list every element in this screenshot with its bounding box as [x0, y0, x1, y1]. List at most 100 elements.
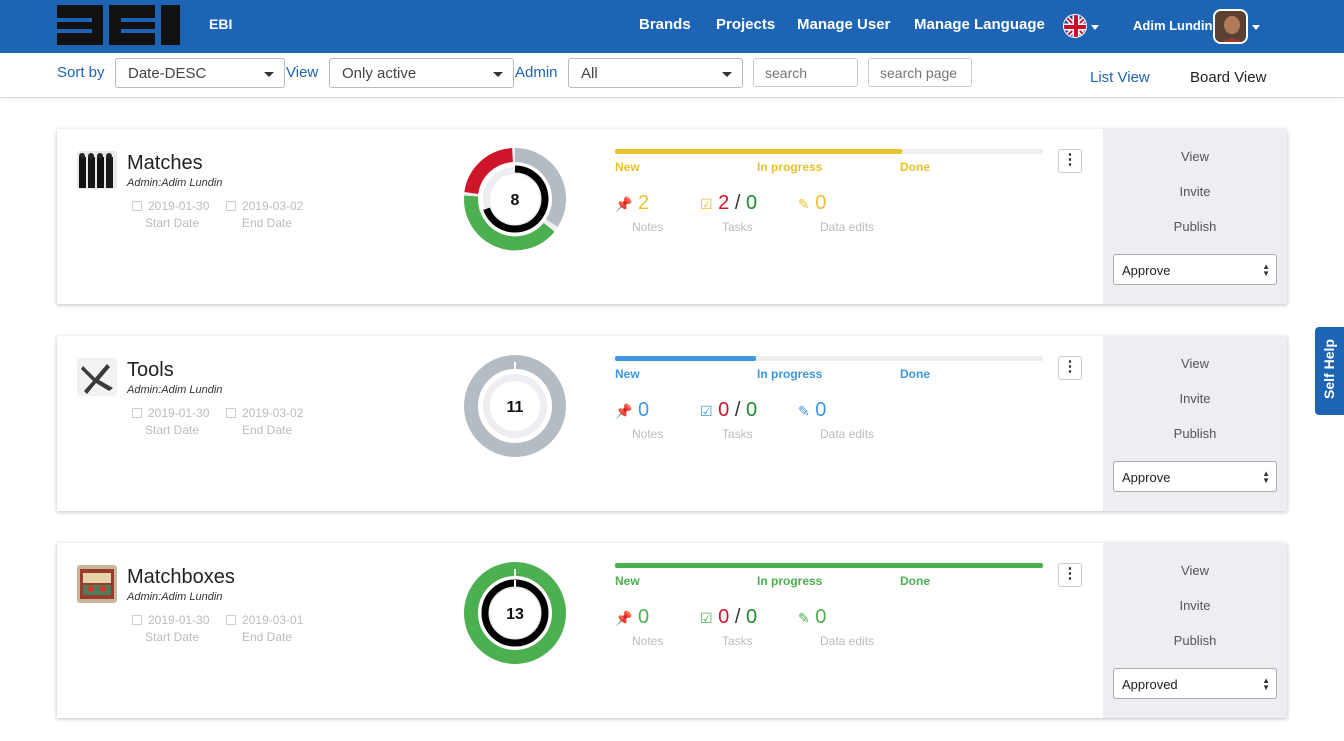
task-count: 8: [511, 192, 520, 209]
more-options-icon[interactable]: ⋮: [1058, 356, 1082, 380]
more-options-icon[interactable]: ⋮: [1058, 149, 1082, 173]
language-chevron-down-icon[interactable]: [1091, 25, 1099, 30]
end-date-label: End Date: [242, 630, 293, 644]
view-button[interactable]: View: [1103, 356, 1287, 371]
data-edits-stat[interactable]: ✎ 0: [798, 606, 826, 629]
card-actions: View Invite Publish Approve ▲ ▼: [1103, 129, 1287, 304]
calendar-icon: [132, 408, 142, 418]
publish-button[interactable]: Publish: [1103, 633, 1287, 648]
view-button[interactable]: View: [1103, 563, 1287, 578]
end-date: 2019-03-02: [226, 406, 303, 420]
uk-flag-icon[interactable]: [1063, 14, 1087, 38]
progress-bar-fill: [615, 563, 1043, 568]
notes-stat[interactable]: 📌 2: [615, 192, 649, 215]
project-title[interactable]: Matchboxes: [127, 566, 235, 589]
tasks-stat[interactable]: ☑ 2 / 0: [700, 192, 757, 215]
more-options-icon[interactable]: ⋮: [1058, 563, 1082, 587]
edit-icon: ✎: [798, 196, 810, 212]
data-edits-label: Data edits: [820, 220, 875, 234]
checkbox-icon: ☑: [700, 403, 713, 419]
project-admin: Admin:Adim Lundin: [127, 591, 223, 603]
data-edits-label: Data edits: [820, 427, 875, 441]
notes-label: Notes: [632, 427, 664, 441]
start-date: 2019-01-30: [132, 406, 209, 420]
approve-select-value: Approve: [1122, 470, 1171, 485]
top-navbar: EBI Brands Projects Manage User Manage L…: [0, 0, 1344, 53]
start-date: 2019-01-30: [132, 613, 209, 627]
avatar[interactable]: [1213, 9, 1248, 44]
task-count: 13: [506, 606, 524, 623]
publish-button[interactable]: Publish: [1103, 426, 1287, 441]
nav-projects[interactable]: Projects: [716, 16, 775, 33]
state-in-progress: In progress: [757, 367, 823, 381]
calendar-icon: [226, 201, 236, 211]
data-edits-stat[interactable]: ✎ 0: [798, 399, 826, 422]
brand-name[interactable]: EBI: [209, 16, 232, 32]
tasks-label: Tasks: [722, 220, 753, 234]
invite-button[interactable]: Invite: [1103, 391, 1287, 406]
data-edits-stat[interactable]: ✎ 0: [798, 192, 826, 215]
invite-button[interactable]: Invite: [1103, 598, 1287, 613]
view-button[interactable]: View: [1103, 149, 1287, 164]
view-label: View: [286, 64, 319, 81]
project-thumbnail[interactable]: [77, 358, 117, 396]
approve-select[interactable]: Approve ▲ ▼: [1113, 254, 1277, 285]
approve-select-value: Approved: [1122, 677, 1178, 692]
list-view-tab[interactable]: List View: [1090, 69, 1150, 86]
state-done: Done: [900, 160, 930, 174]
approve-select-value: Approve: [1122, 263, 1171, 278]
calendar-icon: [226, 615, 236, 625]
project-thumbnail[interactable]: [77, 151, 117, 189]
project-card: Matchboxes Admin:Adim Lundin 2019-01-30 …: [57, 543, 1287, 718]
checkbox-icon: ☑: [700, 610, 713, 626]
progress-bar-fill: [615, 149, 902, 154]
task-donut-chart: 13: [464, 562, 566, 664]
progress-bar: [615, 149, 1043, 154]
tasks-stat[interactable]: ☑ 0 / 0: [700, 606, 757, 629]
publish-button[interactable]: Publish: [1103, 219, 1287, 234]
nav-brands[interactable]: Brands: [639, 16, 691, 33]
search-input[interactable]: [753, 58, 858, 87]
state-in-progress: In progress: [757, 160, 823, 174]
board-view-tab[interactable]: Board View: [1190, 69, 1266, 86]
state-done: Done: [900, 574, 930, 588]
sort-select-value: Date-DESC: [128, 65, 207, 82]
sort-select[interactable]: Date-DESC: [115, 58, 285, 88]
project-thumbnail[interactable]: [77, 565, 117, 603]
notes-stat[interactable]: 📌 0: [615, 606, 649, 629]
self-help-tab[interactable]: Self Help: [1315, 327, 1344, 415]
ebi-logo[interactable]: [57, 5, 180, 45]
card-actions: View Invite Publish Approved ▲ ▼: [1103, 543, 1287, 718]
filter-bar: Sort by Date-DESC View Only active Admin…: [0, 53, 1344, 98]
task-donut-chart: 11: [464, 355, 566, 457]
checkbox-icon: ☑: [700, 196, 713, 212]
task-count: 11: [507, 399, 524, 416]
view-select[interactable]: Only active: [329, 58, 514, 88]
invite-button[interactable]: Invite: [1103, 184, 1287, 199]
notes-stat[interactable]: 📌 0: [615, 399, 649, 422]
project-title[interactable]: Matches: [127, 152, 203, 175]
admin-select[interactable]: All: [568, 58, 743, 88]
approve-select[interactable]: Approve ▲ ▼: [1113, 461, 1277, 492]
project-title[interactable]: Tools: [127, 359, 174, 382]
admin-select-value: All: [581, 65, 598, 82]
card-actions: View Invite Publish Approve ▲ ▼: [1103, 336, 1287, 511]
nav-manage-user[interactable]: Manage User: [797, 16, 890, 33]
tasks-label: Tasks: [722, 427, 753, 441]
project-admin: Admin:Adim Lundin: [127, 384, 223, 396]
project-card: Tools Admin:Adim Lundin 2019-01-30 2019-…: [57, 336, 1287, 511]
view-select-value: Only active: [342, 65, 417, 82]
pin-icon: 📌: [615, 196, 633, 212]
user-name[interactable]: Adim Lundin: [1133, 18, 1212, 33]
start-date-label: Start Date: [145, 216, 200, 230]
search-page-input[interactable]: [868, 58, 972, 87]
approve-select[interactable]: Approved ▲ ▼: [1113, 668, 1277, 699]
state-new: New: [615, 160, 640, 174]
caret-down-icon: [264, 72, 274, 77]
user-chevron-down-icon[interactable]: [1252, 25, 1260, 30]
tasks-stat[interactable]: ☑ 0 / 0: [700, 399, 757, 422]
self-help-label: Self Help: [1321, 339, 1337, 399]
start-date-label: Start Date: [145, 630, 200, 644]
nav-manage-language[interactable]: Manage Language: [914, 16, 1045, 33]
pin-icon: 📌: [615, 610, 633, 626]
